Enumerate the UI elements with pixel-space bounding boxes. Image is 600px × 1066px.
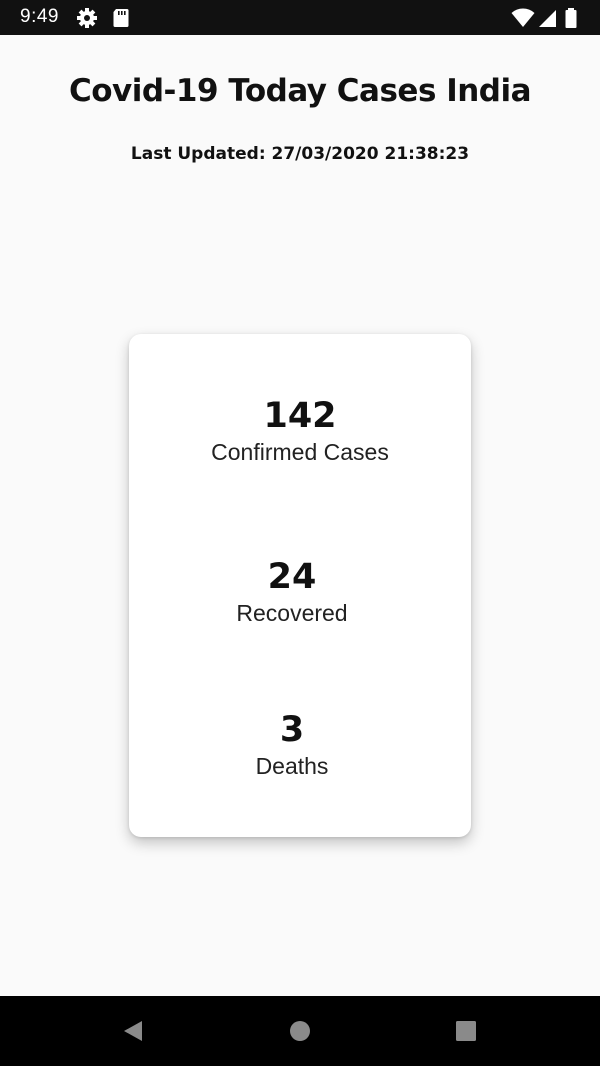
navigation-bar [0,996,600,1066]
recents-icon[interactable] [453,1018,479,1044]
status-bar: 9:49 [0,0,600,35]
sd-card-icon [110,7,132,29]
home-icon[interactable] [287,1018,313,1044]
recovered-stat: 24 Recovered [121,556,463,628]
app-body: Covid-19 Today Cases India Last Updated:… [0,35,600,996]
cell-signal-icon [538,7,558,29]
deaths-value: 3 [279,710,305,750]
deaths-label: Deaths [255,753,329,779]
stats-card: 142 Confirmed Cases 24 Recovered 3 Death… [129,334,471,837]
page-title: Covid-19 Today Cases India [68,73,532,109]
wifi-icon [511,7,535,29]
gear-icon [76,7,98,29]
last-updated-text: Last Updated: 27/03/2020 21:38:23 [130,144,470,164]
battery-icon [564,7,578,29]
confirmed-value: 142 [263,396,337,436]
back-icon[interactable] [120,1018,146,1044]
status-time: 9:49 [20,6,59,27]
confirmed-label: Confirmed Cases [211,439,389,465]
confirmed-stat: 142 Confirmed Cases [129,395,471,467]
recovered-label: Recovered [236,600,348,626]
recovered-value: 24 [267,557,317,597]
deaths-stat: 3 Deaths [121,709,463,781]
